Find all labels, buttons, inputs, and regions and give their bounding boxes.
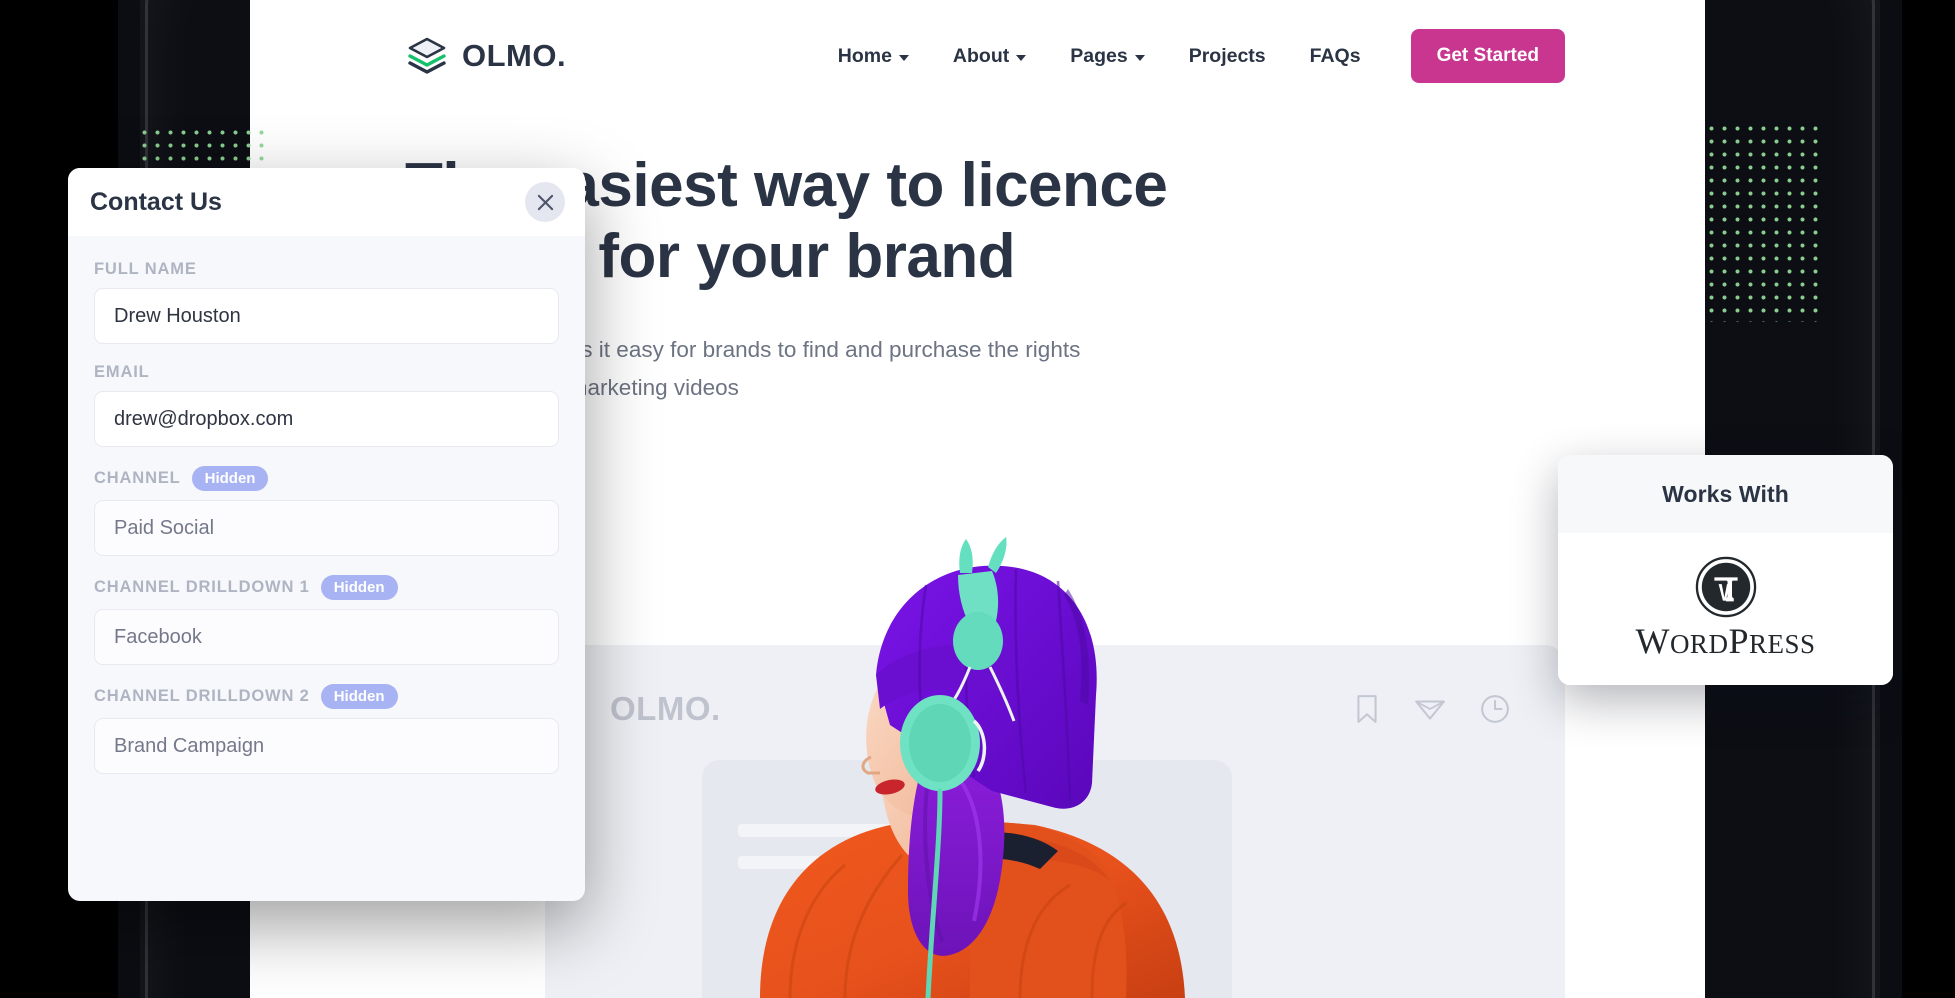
close-icon [537, 194, 553, 210]
paper-plane-icon[interactable] [1414, 694, 1446, 724]
nav-item-pages[interactable]: Pages [1048, 45, 1166, 68]
chevron-down-icon [1016, 54, 1027, 61]
bookmark-icon[interactable] [1354, 694, 1380, 724]
channel-label-row: CHANNEL Hidden [94, 466, 559, 491]
channel-drilldown-1-input[interactable] [94, 609, 559, 665]
email-label-row: EMAIL [94, 363, 559, 382]
nav-item-about[interactable]: About [931, 45, 1048, 68]
full-name-label-row: FULL NAME [94, 260, 559, 279]
wp-ress: RESS [1748, 629, 1816, 659]
mockup-toolbar-icons [1354, 694, 1510, 724]
channel-field-group: CHANNEL Hidden [94, 466, 559, 556]
wp-p: P [1728, 621, 1749, 661]
channel-drilldown-2-label: CHANNEL DRILLDOWN 2 [94, 687, 310, 705]
channel-input[interactable] [94, 500, 559, 556]
email-input[interactable] [94, 391, 559, 447]
hero-photo [760, 537, 1185, 998]
wp-ord: ORD [1669, 629, 1729, 659]
site-header: OLMO. Home About Pages Projects FAQs Get… [250, 0, 1705, 112]
nav-item-about-label: About [952, 44, 1010, 67]
full-name-input[interactable] [94, 288, 559, 344]
nav-item-projects-label: Projects [1188, 44, 1266, 67]
get-started-button[interactable]: Get Started [1410, 29, 1565, 83]
channel-drilldown-2-field-group: CHANNEL DRILLDOWN 2 Hidden [94, 684, 559, 774]
email-field-group: EMAIL [94, 363, 559, 447]
brand-logo[interactable]: OLMO. [405, 34, 566, 78]
nav-item-home[interactable]: Home [816, 45, 931, 68]
channel-label: CHANNEL [94, 469, 181, 487]
nav-item-projects[interactable]: Projects [1167, 45, 1288, 68]
channel-drilldown-2-hidden-badge: Hidden [320, 684, 398, 709]
full-name-field-group: FULL NAME [94, 260, 559, 344]
channel-drilldown-1-field-group: CHANNEL DRILLDOWN 1 Hidden [94, 575, 559, 665]
modal-body: FULL NAME EMAIL CHANNEL Hidden CHA [68, 236, 585, 803]
wp-w: W [1635, 621, 1670, 661]
channel-drilldown-2-input[interactable] [94, 718, 559, 774]
main-navigation: Home About Pages Projects FAQs Get Start… [816, 29, 1565, 83]
works-with-card: Works With WORDPRESS [1558, 455, 1893, 685]
channel-drilldown-1-hidden-badge: Hidden [320, 575, 398, 600]
works-with-heading: Works With [1558, 455, 1893, 533]
email-label: EMAIL [94, 363, 150, 381]
channel-drilldown-1-label: CHANNEL DRILLDOWN 1 [94, 578, 310, 596]
contact-us-modal: Contact Us FULL NAME EMAIL [68, 168, 585, 901]
chevron-down-icon [898, 54, 909, 61]
brand-name: OLMO. [462, 38, 567, 73]
channel-drilldown-2-label-row: CHANNEL DRILLDOWN 2 Hidden [94, 684, 559, 709]
chevron-down-icon [1134, 54, 1145, 61]
nav-item-pages-label: Pages [1070, 44, 1128, 67]
full-name-label: FULL NAME [94, 260, 197, 278]
screenshot-stage: OLMO. Home About Pages Projects FAQs Get… [0, 0, 1955, 998]
nav-item-faqs[interactable]: FAQs [1288, 45, 1383, 68]
dot-pattern-right [1705, 122, 1825, 322]
wordpress-logo-icon [1695, 556, 1756, 618]
wordpress-wordmark: WORDPRESS [1635, 620, 1815, 662]
channel-hidden-badge: Hidden [191, 466, 269, 491]
modal-close-button[interactable] [525, 182, 565, 222]
works-with-body: WORDPRESS [1558, 533, 1893, 685]
nav-item-home-label: Home [837, 44, 892, 67]
clock-icon[interactable] [1480, 694, 1510, 724]
channel-drilldown-1-label-row: CHANNEL DRILLDOWN 1 Hidden [94, 575, 559, 600]
nav-item-faqs-label: FAQs [1309, 44, 1361, 67]
modal-title: Contact Us [90, 187, 222, 216]
modal-header: Contact Us [68, 168, 585, 236]
stacked-layers-icon [408, 37, 446, 74]
